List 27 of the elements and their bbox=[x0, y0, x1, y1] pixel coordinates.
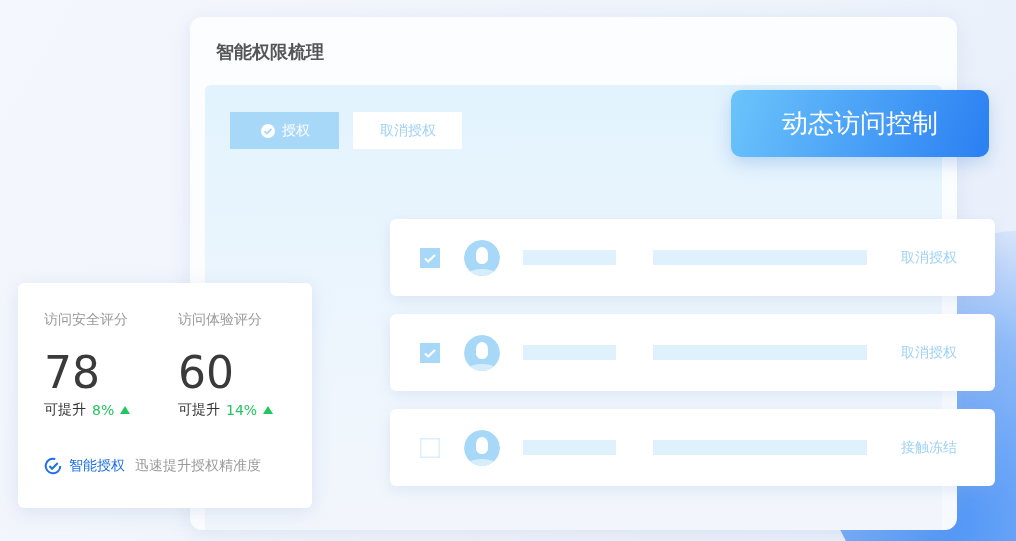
avatar-icon bbox=[464, 429, 500, 466]
check-circle-icon bbox=[44, 457, 62, 475]
up-triangle-icon bbox=[263, 406, 274, 414]
authorize-button[interactable]: 取消授权 bbox=[353, 112, 462, 149]
score-value: 78 bbox=[44, 347, 101, 399]
improve-label: 可提升 bbox=[178, 401, 220, 419]
avatar-icon bbox=[464, 334, 500, 371]
score-value: 60 bbox=[178, 347, 235, 399]
smart-auth-title: 智能授权 bbox=[69, 457, 125, 475]
score-label: 访问体验评分 bbox=[178, 311, 263, 329]
row-action-link[interactable]: 接触冻结 bbox=[901, 438, 957, 457]
authorize-button[interactable]: 授权 bbox=[230, 112, 339, 149]
improve-percent: 14% bbox=[226, 402, 258, 418]
checkbox[interactable] bbox=[420, 342, 440, 363]
improve-percent: 8% bbox=[92, 402, 115, 418]
checkbox[interactable] bbox=[420, 247, 440, 268]
check-circle-icon bbox=[259, 122, 276, 139]
avatar-icon bbox=[464, 239, 500, 276]
score-label: 访问安全评分 bbox=[44, 311, 129, 329]
smart-auth-description: 迅速提升授权精准度 bbox=[135, 457, 261, 475]
row-action-link[interactable]: 取消授权 bbox=[901, 343, 957, 362]
checkbox[interactable] bbox=[420, 437, 440, 458]
up-triangle-icon bbox=[120, 406, 131, 414]
improve-label: 可提升 bbox=[44, 401, 86, 419]
panel-title: 智能权限梳理 bbox=[216, 40, 325, 64]
row-action-link[interactable]: 取消授权 bbox=[901, 248, 957, 267]
feature-badge: 动态访问控制 bbox=[731, 90, 989, 157]
